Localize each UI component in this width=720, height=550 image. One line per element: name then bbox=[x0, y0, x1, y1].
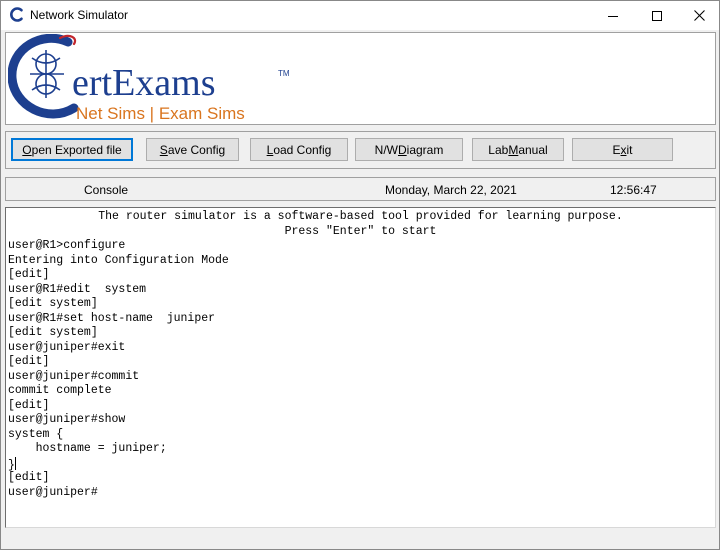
save-config-button[interactable]: Save Config bbox=[146, 138, 239, 161]
status-console-label: Console bbox=[84, 183, 129, 197]
console-line: [edit] bbox=[8, 471, 50, 484]
button-label-post: oad Config bbox=[273, 142, 332, 157]
console-banner-line: The router simulator is a software-based… bbox=[98, 210, 623, 223]
status-bar: Console Monday, March 22, 2021 12:56:47 bbox=[5, 177, 716, 201]
console-prompt-line: user@juniper# bbox=[8, 485, 98, 499]
status-date: Monday, March 22, 2021 bbox=[385, 183, 517, 197]
console-line: hostname = juniper; bbox=[8, 442, 167, 455]
logo-trademark: TM bbox=[278, 69, 290, 78]
logo-c-swoosh bbox=[8, 34, 79, 119]
console-banner-line: Press "Enter" to start bbox=[284, 224, 437, 238]
button-label-accelerator: S bbox=[159, 142, 168, 157]
minimize-button[interactable] bbox=[591, 1, 635, 30]
button-label-accelerator: O bbox=[22, 142, 32, 157]
console-line: [edit system] bbox=[8, 297, 98, 310]
console-line: user@juniper#commit bbox=[8, 369, 140, 383]
logo-tagline: Net Sims | Exam Sims bbox=[76, 104, 245, 123]
button-label-accelerator: L bbox=[266, 142, 274, 157]
network-diagram-button[interactable]: N/W Diagram bbox=[355, 138, 463, 161]
button-label-pre: N/W bbox=[374, 142, 398, 157]
console-line: [edit] bbox=[8, 398, 50, 412]
console-line: user@R1#set host-name juniper bbox=[8, 311, 216, 325]
console-line: [edit system] bbox=[8, 326, 98, 339]
console-line: Entering into Configuration Mode bbox=[8, 253, 229, 267]
network-simulator-window: Network Simulator ertExams TM Net Sims |… bbox=[0, 0, 720, 550]
button-label-pre: Lab bbox=[488, 142, 509, 157]
button-label-pre: E bbox=[612, 142, 621, 157]
button-label-post: pen Exported file bbox=[31, 142, 122, 157]
logo-brand-text: ertExams bbox=[72, 62, 216, 104]
title-bar[interactable]: Network Simulator bbox=[1, 1, 719, 30]
logo-panel: ertExams TM Net Sims | Exam Sims bbox=[5, 32, 716, 125]
maximize-icon bbox=[652, 10, 662, 21]
logo-globe bbox=[30, 50, 64, 98]
close-button[interactable] bbox=[677, 1, 719, 30]
open-exported-file-button[interactable]: Open Exported file bbox=[11, 138, 133, 161]
button-label-accelerator: M bbox=[508, 142, 519, 157]
button-label-post: iagram bbox=[406, 142, 444, 157]
console-line: user@juniper#show bbox=[8, 413, 126, 426]
lab-manual-button[interactable]: Lab Manual bbox=[472, 138, 564, 161]
exit-button[interactable]: Ex it bbox=[572, 138, 673, 161]
console-line: user@R1>configure bbox=[8, 239, 126, 252]
minimize-icon bbox=[608, 15, 618, 17]
close-icon bbox=[693, 10, 705, 21]
button-label-post: it bbox=[626, 142, 633, 157]
console-line: system { bbox=[8, 427, 64, 441]
certexams-logo: ertExams TM Net Sims | Exam Sims bbox=[8, 34, 290, 123]
button-label-post: ave Config bbox=[167, 142, 226, 157]
toolbar: Open Exported file Save Config Load Conf… bbox=[5, 131, 716, 169]
window-title: Network Simulator bbox=[30, 8, 129, 22]
button-label-accelerator: D bbox=[397, 142, 407, 157]
text-caret bbox=[14, 456, 16, 470]
console-terminal[interactable]: The router simulator is a software-based… bbox=[5, 207, 716, 528]
console-line-text: } bbox=[8, 458, 15, 472]
console-line: commit complete bbox=[8, 384, 112, 397]
window-bottom-strip bbox=[1, 529, 719, 549]
certexams-app-icon bbox=[10, 7, 23, 22]
console-line: [edit] bbox=[8, 268, 50, 281]
load-config-button[interactable]: Load Config bbox=[250, 138, 348, 161]
console-output: The router simulator is a software-based… bbox=[8, 210, 713, 500]
console-line-with-caret: } bbox=[8, 456, 713, 472]
status-time: 12:56:47 bbox=[610, 183, 657, 197]
maximize-button[interactable] bbox=[635, 1, 679, 30]
console-line: [edit] bbox=[8, 355, 50, 368]
console-line: user@juniper#exit bbox=[8, 340, 126, 354]
console-line: user@R1#edit system bbox=[8, 282, 147, 296]
button-label-post: anual bbox=[518, 142, 548, 157]
